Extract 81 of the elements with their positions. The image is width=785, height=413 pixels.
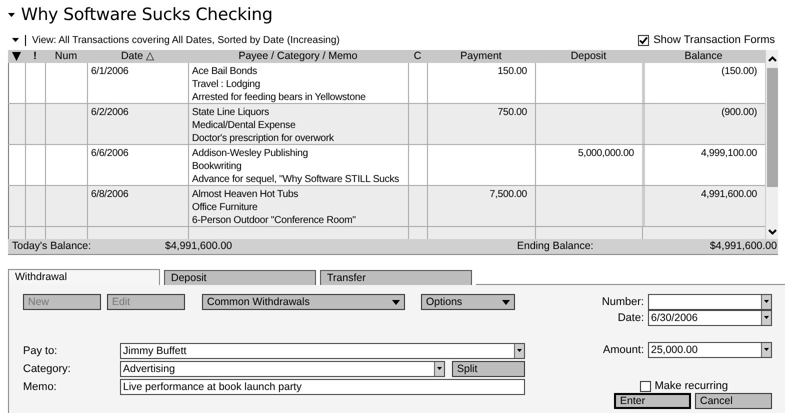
checkbox[interactable] (640, 380, 651, 392)
dropdown-field[interactable]: 6/30/2006 (648, 310, 772, 326)
dropdown-button[interactable] (434, 362, 444, 376)
column-header[interactable]: Payee / Category / Memo (188, 50, 408, 63)
column-header[interactable]: Date △ (87, 50, 188, 63)
date-text: 6/6/2006 (91, 147, 128, 160)
dropdown-field[interactable]: Advertising (120, 361, 445, 377)
category-text: Office Furniture (192, 201, 258, 214)
field-label: Pay to: (23, 345, 58, 357)
tab[interactable]: Transfer (320, 270, 472, 285)
flag-icon (12, 52, 21, 61)
menu-button[interactable]: Common Withdrawals (202, 294, 405, 310)
field-label: Number: (602, 296, 644, 308)
balance-label: Today's Balance: (11, 239, 92, 254)
field-label: Date: (618, 312, 644, 324)
split-button[interactable]: Split (452, 361, 525, 377)
caret-icon[interactable] (8, 11, 15, 19)
field-label: Amount: (603, 344, 644, 356)
payment-amount: 7,500.00 (490, 188, 527, 201)
view-link[interactable]: View: All Transactions covering All Dates, Sorted by Date (Increasing) (32, 34, 340, 46)
column-header[interactable]: Deposit (535, 50, 642, 63)
deposit-amount: 5,000,000.00 (578, 147, 634, 160)
caret-icon (437, 367, 442, 371)
scroll-up-icon[interactable] (768, 56, 776, 62)
field-label: Memo: (23, 381, 58, 393)
column-header[interactable]: ! (25, 50, 45, 63)
dropdown-field[interactable]: Jimmy Buffett (120, 343, 525, 359)
category-text: Travel : Lodging (192, 78, 260, 91)
caret-icon (517, 349, 522, 353)
payee-text: Almost Heaven Hot Tubs (192, 188, 298, 201)
date-text: 6/1/2006 (91, 65, 128, 78)
category-text: Medical/Dental Expense (192, 119, 296, 132)
scroll-down-icon[interactable] (768, 229, 776, 235)
column-header[interactable]: Payment (427, 50, 535, 63)
balance-label: Ending Balance: (517, 239, 594, 254)
payee-text: Addison-Wesley Publishing (192, 147, 308, 160)
button[interactable]: Enter (614, 393, 691, 409)
balance-amount: (900.00) (721, 106, 757, 119)
button[interactable]: Cancel (695, 393, 772, 409)
scrollbar[interactable] (765, 50, 778, 239)
dropdown-button[interactable] (761, 295, 771, 309)
caret-icon (764, 300, 769, 304)
tab[interactable]: Deposit (164, 270, 316, 285)
payee-text: State Line Liquors (192, 106, 270, 119)
caret-icon[interactable] (12, 36, 19, 44)
dropdown-button[interactable] (761, 311, 771, 325)
balance-value: $4,991,600.00 (708, 239, 778, 254)
category-text: Bookwriting (192, 160, 242, 173)
balance-amount: (150.00) (721, 65, 757, 78)
checkbox-label: Make recurring (654, 380, 728, 392)
payee-text: Ace Bail Bonds (192, 65, 258, 78)
caret-icon (502, 300, 510, 304)
memo-text: Doctor's prescription for overwork (192, 132, 334, 144)
scroll-thumb[interactable] (766, 68, 778, 187)
checkbox-label: Show Transaction Forms (653, 34, 775, 46)
input-field[interactable]: Live performance at book launch party (120, 379, 525, 395)
dropdown-field[interactable] (648, 294, 772, 310)
date-text: 6/8/2006 (91, 188, 128, 201)
dropdown-button[interactable] (514, 344, 524, 358)
caret-icon (764, 316, 769, 320)
dropdown-button[interactable] (761, 343, 771, 357)
memo-text: Advance for sequel, "Why Software STILL Sucks (192, 173, 400, 185)
column-header[interactable]: Balance (642, 50, 765, 63)
dropdown-field[interactable]: 25,000.00 (648, 342, 772, 358)
menu-button[interactable]: Options (421, 294, 515, 310)
caret-icon (392, 300, 400, 304)
payment-amount: 150.00 (498, 65, 527, 78)
checkbox[interactable] (638, 34, 650, 46)
memo-text: Arrested for feeding bears in Yellowstone (192, 91, 366, 103)
column-header[interactable]: C (408, 50, 427, 63)
balance-amount: 4,999,100.00 (701, 147, 757, 160)
caret-icon (764, 348, 769, 352)
balance-amount: 4,991,600.00 (701, 188, 757, 201)
window-title: Why Software Sucks Checking (21, 5, 273, 25)
field-label: Category: (23, 363, 72, 375)
tab[interactable]: Withdrawal (8, 269, 160, 285)
column-header[interactable]: Num (45, 50, 87, 63)
memo-text: 6-Person Outdoor "Conference Room" (192, 214, 356, 226)
balance-value: $4,991,600.00 (165, 239, 234, 254)
date-text: 6/2/2006 (91, 106, 128, 119)
payment-amount: 750.00 (498, 106, 527, 119)
